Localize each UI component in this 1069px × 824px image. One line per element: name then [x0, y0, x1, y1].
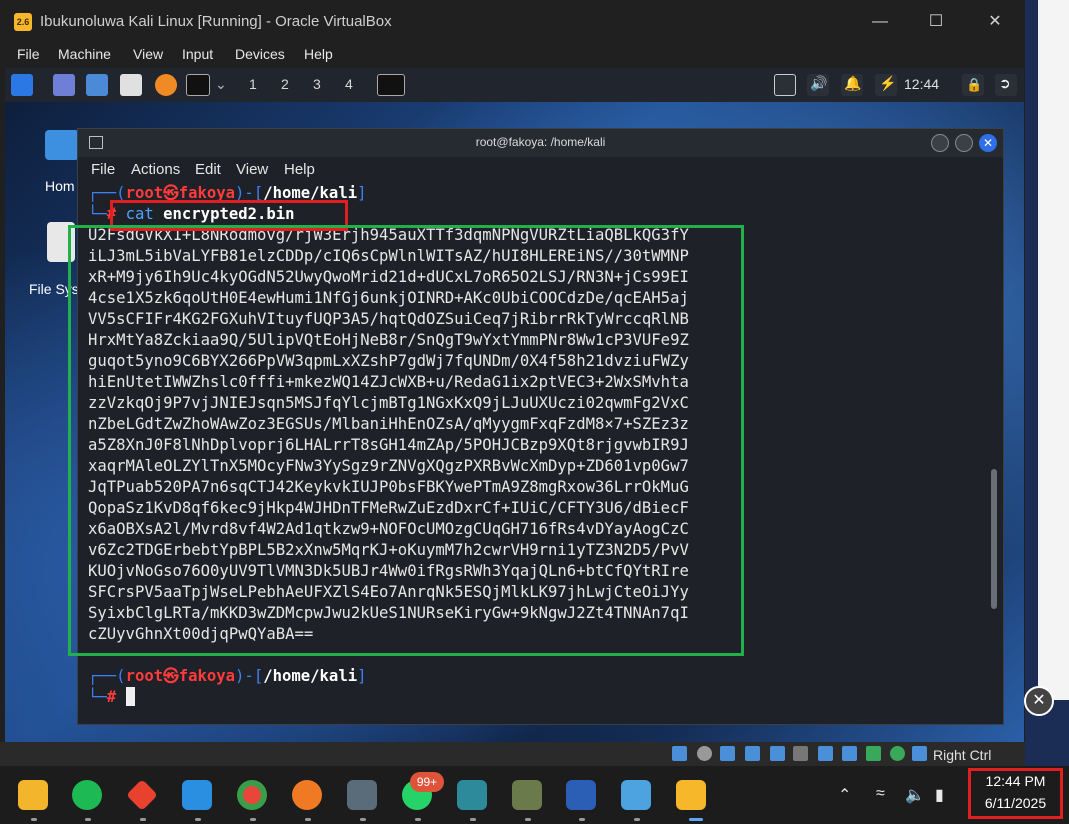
- display-icon[interactable]: [774, 74, 796, 96]
- virtualbox-app-icon: 2.6: [14, 13, 32, 31]
- running-indicator: [415, 818, 421, 821]
- battery-tray-icon[interactable]: ▮: [935, 785, 944, 805]
- running-indicator: [85, 818, 91, 821]
- terminal-minimize-button[interactable]: [931, 134, 949, 152]
- running-indicator: [195, 818, 201, 821]
- vbox-menu-file[interactable]: File: [17, 46, 40, 62]
- input-line[interactable]: └─#: [88, 687, 135, 708]
- display-status-icon[interactable]: [818, 746, 833, 761]
- chevron-up-icon[interactable]: ⌃: [838, 785, 851, 805]
- kali-menu-icon[interactable]: [11, 74, 33, 96]
- terminal-menu-view[interactable]: View: [236, 161, 268, 178]
- keyboard-app-icon[interactable]: [347, 780, 377, 810]
- active-indicator: [689, 818, 703, 821]
- output-highlight-box: [68, 225, 744, 656]
- network-icon[interactable]: [745, 746, 760, 761]
- logout-icon[interactable]: ➲: [995, 74, 1017, 96]
- chrome-icon[interactable]: [237, 780, 267, 810]
- workspace-1[interactable]: 1: [249, 76, 257, 92]
- close-button[interactable]: ✕: [975, 8, 1015, 36]
- file-manager-icon[interactable]: [86, 74, 108, 96]
- terminal-close-button[interactable]: ✕: [979, 134, 997, 152]
- notification-badge: 99+: [410, 772, 444, 792]
- terminal-menu-help[interactable]: Help: [284, 161, 315, 178]
- notification-bell-icon[interactable]: 🔔: [841, 74, 863, 96]
- terminal-scrollbar[interactable]: [991, 469, 997, 609]
- workspace-4[interactable]: 4: [345, 76, 353, 92]
- cpu-icon[interactable]: [866, 746, 881, 761]
- wifi-icon[interactable]: ≈: [876, 785, 885, 803]
- file-explorer-icon[interactable]: [18, 780, 48, 810]
- firefox-icon[interactable]: [155, 74, 177, 96]
- workspace-3[interactable]: 3: [313, 76, 321, 92]
- vbox-menu-input[interactable]: Input: [182, 46, 213, 62]
- terminal-menu-actions[interactable]: Actions: [131, 161, 180, 178]
- notepad-icon[interactable]: [621, 780, 651, 810]
- optical-drive-icon[interactable]: [697, 746, 712, 761]
- volume-tray-icon[interactable]: 🔈: [905, 785, 925, 805]
- terminal-title: root@fakoya: /home/kali: [475, 135, 606, 149]
- text-cursor: [125, 687, 135, 706]
- volume-icon[interactable]: 🔊: [807, 74, 829, 96]
- archive-tool-icon[interactable]: [512, 780, 542, 810]
- vs-app-icon[interactable]: [457, 780, 487, 810]
- terminal-maximize-button[interactable]: [955, 134, 973, 152]
- vbox-menubar: File Machine View Input Devices Help: [0, 42, 1025, 68]
- taskbar-clock-date[interactable]: 6/11/2025: [968, 795, 1063, 811]
- text-editor-icon[interactable]: [120, 74, 142, 96]
- background-window-edge: [1038, 0, 1069, 700]
- minimize-button[interactable]: —: [860, 8, 900, 36]
- terminal-launcher-icon[interactable]: [186, 74, 210, 96]
- lock-screen-icon[interactable]: 🔒: [962, 74, 984, 96]
- prompt-line: ┌──(root㉿fakoya)-[/home/kali]: [88, 667, 367, 685]
- mouse-integration-icon[interactable]: [890, 746, 905, 761]
- taskbar-clock-time[interactable]: 12:44 PM: [968, 773, 1063, 789]
- running-indicator: [360, 818, 366, 821]
- workspace-2[interactable]: 2: [281, 76, 289, 92]
- usb-icon[interactable]: [770, 746, 785, 761]
- vbox-menu-machine[interactable]: Machine: [58, 46, 111, 62]
- maximize-button[interactable]: ☐: [916, 8, 956, 36]
- panel-clock[interactable]: 12:44: [904, 76, 939, 92]
- battery-icon[interactable]: ⚡: [875, 74, 897, 96]
- audio-icon[interactable]: [720, 746, 735, 761]
- kali-top-panel: ⌄ 1 2 3 4 🔊 🔔 ⚡ 12:44 🔒 ➲: [5, 68, 1024, 102]
- running-indicator: [31, 818, 37, 821]
- terminal-menu-edit[interactable]: Edit: [195, 161, 221, 178]
- running-indicator: [579, 818, 585, 821]
- running-indicator: [634, 818, 640, 821]
- recording-icon[interactable]: [842, 746, 857, 761]
- virtualbox-taskbar-icon[interactable]: [676, 780, 706, 810]
- host-key-arrow-icon[interactable]: [912, 746, 927, 761]
- terminal-menubar: File Actions Edit View Help: [78, 157, 1003, 183]
- running-indicator: [250, 818, 256, 821]
- overlay-close-icon[interactable]: ✕: [1024, 686, 1054, 716]
- vscode-icon[interactable]: [182, 780, 212, 810]
- running-indicator: [470, 818, 476, 821]
- shared-folder-icon[interactable]: [793, 746, 808, 761]
- terminal-titlebar[interactable]: root@fakoya: /home/kali ✕: [78, 129, 1003, 157]
- vbox-titlebar[interactable]: 2.6 Ibukunoluwa Kali Linux [Running] - O…: [0, 0, 1025, 42]
- firefox-taskbar-icon[interactable]: [292, 780, 322, 810]
- home-folder-label[interactable]: Hom: [45, 178, 75, 194]
- anydesk-icon[interactable]: [126, 779, 158, 811]
- windows-taskbar: 99+ ⌃ ≈ 🔈 ▮: [0, 766, 1069, 824]
- host-key-label: Right Ctrl: [933, 747, 992, 763]
- vbox-menu-devices[interactable]: Devices: [235, 46, 285, 62]
- home-folder-icon[interactable]: [45, 130, 79, 160]
- vbox-menu-view[interactable]: View: [133, 46, 163, 62]
- chevron-down-icon[interactable]: ⌄: [215, 76, 227, 93]
- running-indicator: [140, 818, 146, 821]
- hard-disk-icon[interactable]: [672, 746, 687, 761]
- show-desktop-icon[interactable]: [53, 74, 75, 96]
- word-icon[interactable]: [566, 780, 596, 810]
- spotify-icon[interactable]: [72, 780, 102, 810]
- running-indicator: [525, 818, 531, 821]
- running-indicator: [305, 818, 311, 821]
- terminal-menu-file[interactable]: File: [91, 161, 115, 178]
- vbox-window-title: Ibukunoluwa Kali Linux [Running] - Oracl…: [40, 13, 392, 30]
- vbox-menu-help[interactable]: Help: [304, 46, 333, 62]
- vbox-statusbar: Right Ctrl: [0, 742, 1025, 766]
- terminal-task-icon[interactable]: [377, 74, 405, 96]
